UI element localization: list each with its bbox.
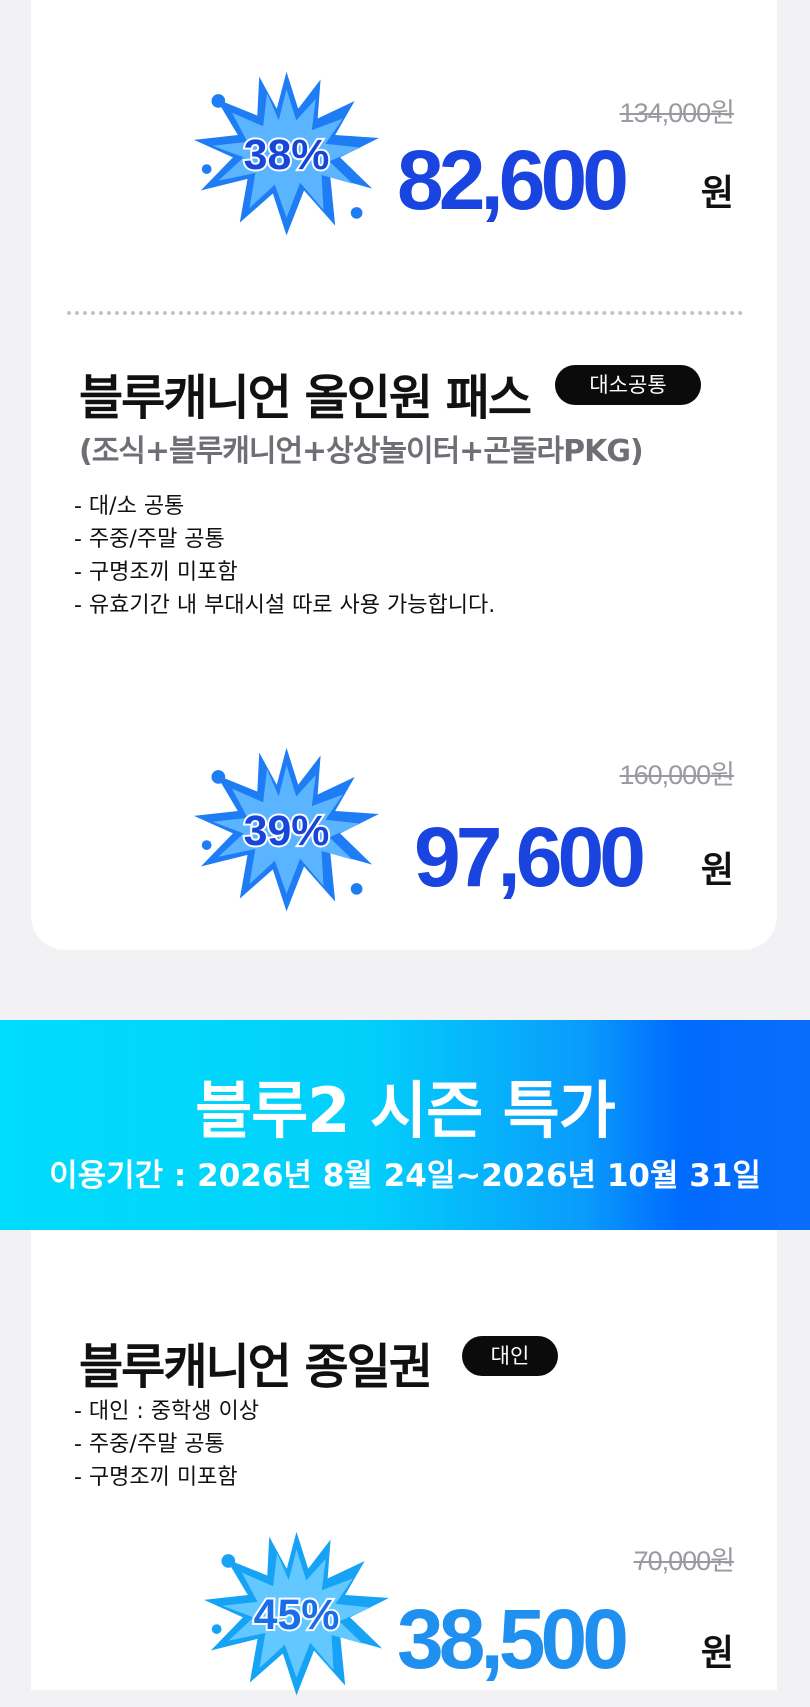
discount-splash-icon: 45% xyxy=(199,1522,394,1707)
original-price: 160,000원 xyxy=(619,760,735,790)
currency-unit: 원 xyxy=(700,850,734,891)
sale-price: 38,500 xyxy=(397,1592,629,1686)
target-badge: 대소공통 xyxy=(555,365,701,405)
target-badge: 대인 xyxy=(462,1336,558,1376)
discount-rate: 39% xyxy=(244,807,330,855)
season-banner: 블루2 시즌 특가 이용기간 : 2026년 8월 24일~2026년 10월 … xyxy=(0,1020,810,1230)
dotted-divider xyxy=(67,311,743,315)
discount-rate: 45% xyxy=(254,1591,340,1639)
list-item: - 주중/주말 공통 xyxy=(74,1432,225,1457)
product-details-list: - 대/소 공통 - 주중/주말 공통 - 구명조끼 미포함 - 유효기간 내 … xyxy=(74,490,495,622)
list-item: - 대/소 공통 xyxy=(74,494,185,519)
sale-price: 97,600 xyxy=(414,810,646,904)
list-item: - 주중/주말 공통 xyxy=(74,527,225,552)
original-price: 70,000원 xyxy=(633,1546,735,1576)
discount-splash-icon: 39% xyxy=(189,738,384,923)
sale-price: 82,600 xyxy=(397,133,629,227)
discount-rate: 38% xyxy=(244,131,330,179)
discount-splash-icon: 38% xyxy=(189,62,384,247)
product-title: 블루캐니언 종일권 xyxy=(79,1339,433,1395)
list-item: - 구명조끼 미포함 xyxy=(74,560,238,585)
banner-title: 블루2 시즌 특가 xyxy=(195,1074,616,1147)
original-price: 134,000원 xyxy=(619,98,735,128)
currency-unit: 원 xyxy=(700,1633,734,1674)
banner-period: 이용기간 : 2026년 8월 24일~2026년 10월 31일 xyxy=(49,1158,761,1194)
product-subtitle: (조식+블루캐니언+상상놀이터+곤돌라PKG) xyxy=(79,434,644,469)
list-item: - 대인 : 중학생 이상 xyxy=(74,1399,260,1424)
product-details-list: - 대인 : 중학생 이상 - 주중/주말 공통 - 구명조끼 미포함 xyxy=(74,1395,259,1494)
list-item: - 유효기간 내 부대시설 따로 사용 가능합니다. xyxy=(74,593,496,618)
currency-unit: 원 xyxy=(700,173,734,214)
list-item: - 구명조끼 미포함 xyxy=(74,1465,238,1490)
product-title: 블루캐니언 올인원 패스 xyxy=(79,370,532,426)
